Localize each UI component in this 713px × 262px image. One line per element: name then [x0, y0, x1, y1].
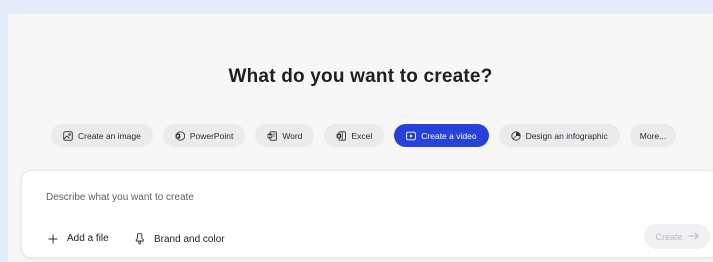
design-infographic-chip[interactable]: Design an infographic — [498, 124, 620, 147]
chip-label: PowerPoint — [189, 130, 234, 141]
excel-chip[interactable]: X Excel — [324, 124, 385, 147]
infographic-icon — [510, 130, 521, 141]
create-video-chip[interactable]: Create a video — [394, 124, 489, 147]
powerpoint-chip[interactable]: P PowerPoint — [162, 124, 246, 147]
svg-text:W: W — [268, 134, 272, 138]
chip-label: Design an infographic — [525, 130, 608, 141]
create-panel: What do you want to create? Create an im… — [8, 14, 713, 262]
chip-label: Excel — [351, 130, 373, 141]
excel-icon: X — [336, 130, 347, 141]
add-file-label: Add a file — [67, 233, 109, 244]
svg-text:P: P — [176, 133, 179, 138]
powerpoint-icon: P — [175, 130, 185, 141]
more-chip[interactable]: More... — [629, 124, 677, 147]
chip-label: Word — [282, 130, 303, 141]
image-icon — [63, 130, 73, 141]
brand-and-color-button[interactable]: Brand and color — [134, 233, 225, 245]
arrow-right-icon — [688, 231, 699, 242]
word-chip[interactable]: W Word — [255, 124, 315, 147]
word-icon: W — [267, 130, 278, 141]
paint-brush-icon — [134, 233, 145, 245]
create-label: Create — [655, 231, 683, 242]
chip-label: More... — [639, 130, 667, 141]
svg-text:X: X — [338, 133, 341, 138]
video-icon — [406, 131, 417, 141]
prompt-input[interactable]: Describe what you want to create — [46, 192, 194, 203]
page-title: What do you want to create? — [228, 66, 493, 87]
chip-label: Create an image — [78, 130, 141, 141]
plus-icon — [48, 234, 58, 244]
add-file-button[interactable]: Add a file — [48, 233, 109, 244]
brand-and-color-label: Brand and color — [154, 233, 225, 245]
prompt-box[interactable]: Describe what you want to create Add a f… — [21, 170, 713, 258]
create-options: Create an image P PowerPoint W Word X Ex… — [51, 124, 677, 147]
create-image-chip[interactable]: Create an image — [51, 124, 153, 147]
create-button[interactable]: Create — [644, 224, 710, 249]
chip-label: Create a video — [421, 130, 477, 141]
